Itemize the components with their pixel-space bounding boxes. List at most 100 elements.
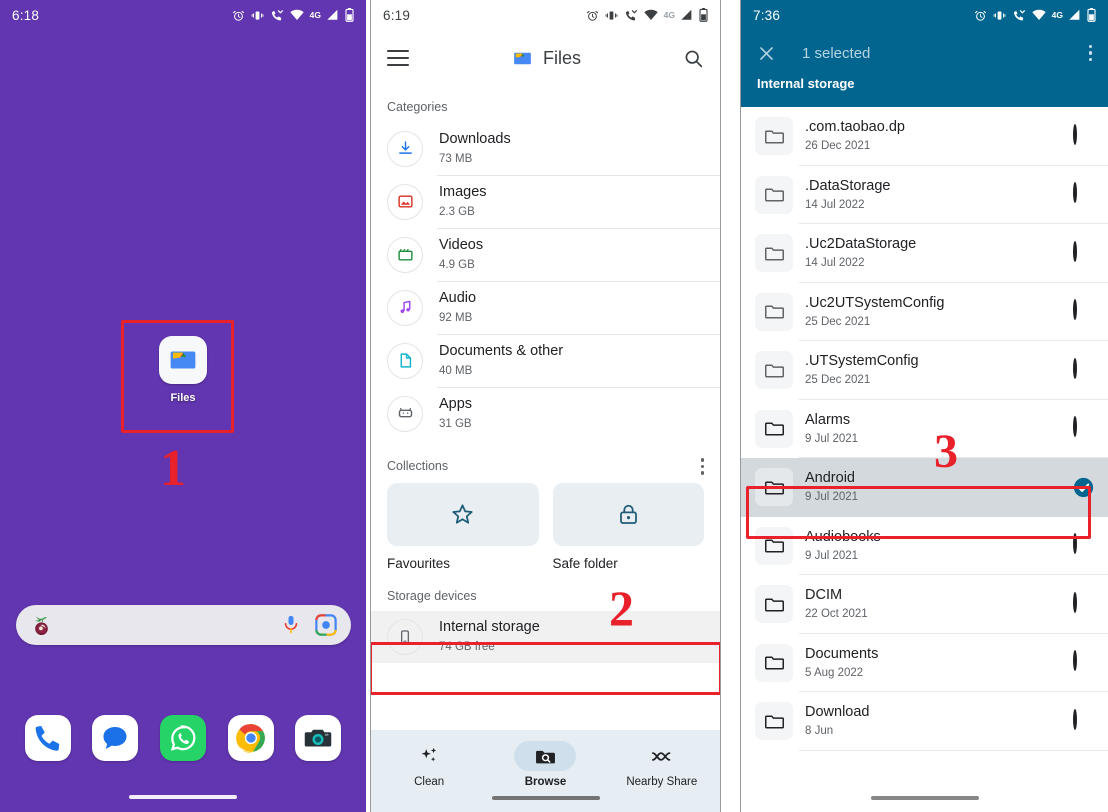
- select-checkbox[interactable]: [1073, 708, 1094, 732]
- bottom-nav-pill[interactable]: [514, 741, 577, 771]
- file-row-selected[interactable]: Android 9 Jul 2021: [741, 458, 1108, 517]
- bottom-nav-label: Nearby Share: [626, 776, 698, 788]
- wifi-icon: [1032, 9, 1046, 21]
- category-row-images[interactable]: Images 2.3 GB: [371, 175, 720, 228]
- category-row-audio[interactable]: Audio 92 MB: [371, 281, 720, 334]
- dock-item-phone[interactable]: [24, 715, 71, 761]
- wifi-icon: [290, 9, 304, 21]
- file-row[interactable]: DCIM 22 Oct 2021: [741, 575, 1108, 634]
- file-row[interactable]: Audiobooks 9 Jul 2021: [741, 516, 1108, 575]
- select-checkbox-checked[interactable]: [1073, 477, 1094, 498]
- home-app-files[interactable]: Files: [152, 336, 214, 404]
- bottom-nav-clean[interactable]: Clean: [371, 730, 487, 812]
- dock-item-camera[interactable]: [295, 715, 342, 761]
- file-date: 25 Dec 2021: [805, 374, 871, 387]
- category-row-downloads[interactable]: Downloads 73 MB: [371, 122, 720, 175]
- selection-toolbar: 1 selected: [741, 30, 1108, 76]
- select-checkbox[interactable]: [1073, 416, 1094, 439]
- selected-count-label: 1 selected: [802, 44, 871, 62]
- collection-favourites[interactable]: Favourites: [387, 482, 539, 571]
- breadcrumb: Internal storage: [757, 76, 855, 91]
- status-bar: 6:18 4G: [0, 0, 366, 30]
- nearby-share-icon: [652, 751, 671, 761]
- category-row-documents[interactable]: Documents & other 40 MB: [371, 334, 720, 387]
- file-date: 14 Jul 2022: [805, 257, 865, 270]
- network-type-label: 4G: [309, 10, 321, 20]
- file-row[interactable]: .com.taobao.dp 26 Dec 2021: [741, 107, 1108, 166]
- signal-icon: [681, 9, 692, 20]
- category-size: 31 GB: [439, 417, 472, 430]
- annotation-number-1: 1: [160, 440, 186, 497]
- lock-icon: [619, 504, 637, 524]
- file-list: .com.taobao.dp 26 Dec 2021 .DataStorage …: [741, 107, 1108, 751]
- file-row[interactable]: .Uc2UTSystemConfig 25 Dec 2021: [741, 282, 1108, 341]
- hamburger-menu-icon[interactable]: [387, 50, 409, 66]
- search-input[interactable]: [16, 605, 351, 645]
- collection-label: Safe folder: [552, 555, 618, 571]
- overflow-menu-icon[interactable]: [1088, 44, 1092, 62]
- bottom-nav-label: Browse: [524, 776, 567, 788]
- bottom-nav-pill[interactable]: [631, 741, 693, 771]
- file-row[interactable]: Alarms 9 Jul 2021: [741, 399, 1108, 458]
- google-lens-icon[interactable]: [315, 614, 337, 636]
- chrome-icon: [235, 724, 265, 753]
- collections-header: Collections: [387, 459, 449, 474]
- folder-icon: [755, 585, 793, 624]
- select-checkbox[interactable]: [1073, 182, 1094, 205]
- select-checkbox[interactable]: [1073, 357, 1094, 381]
- file-name: .Uc2DataStorage: [805, 236, 917, 253]
- file-row[interactable]: .UTSystemConfig 25 Dec 2021: [741, 341, 1108, 400]
- category-title: Downloads: [439, 131, 511, 148]
- whatsapp-icon: [170, 725, 196, 751]
- home-gesture-bar[interactable]: [129, 795, 237, 799]
- file-row[interactable]: Documents 5 Aug 2022: [741, 633, 1108, 692]
- home-gesture-bar[interactable]: [870, 796, 979, 800]
- folder-icon: [755, 409, 793, 448]
- folder-search-icon: [536, 750, 555, 763]
- dock-item-messages[interactable]: [92, 715, 139, 761]
- overflow-menu-icon[interactable]: [700, 458, 704, 475]
- category-row-apps[interactable]: Apps 31 GB: [371, 387, 720, 440]
- folder-icon: [755, 117, 793, 156]
- file-row[interactable]: .DataStorage 14 Jul 2022: [741, 165, 1108, 224]
- select-checkbox[interactable]: [1073, 591, 1094, 615]
- home-gesture-bar[interactable]: [491, 796, 600, 800]
- collections-header-row: Collections: [371, 444, 720, 483]
- annotation-number-2: 2: [609, 580, 634, 636]
- select-checkbox[interactable]: [1073, 533, 1094, 556]
- status-clock: 6:19: [383, 7, 411, 23]
- select-checkbox[interactable]: [1073, 299, 1094, 322]
- file-name: .Uc2UTSystemConfig: [805, 294, 945, 311]
- category-size: 4.9 GB: [439, 258, 475, 271]
- dock-item-whatsapp[interactable]: [159, 715, 206, 761]
- close-icon[interactable]: [757, 44, 776, 63]
- collection-safe-folder[interactable]: Safe folder: [552, 482, 704, 571]
- select-checkbox[interactable]: [1073, 240, 1094, 264]
- collection-card[interactable]: [552, 482, 704, 546]
- signal-icon: [327, 9, 338, 20]
- file-date: 25 Dec 2021: [805, 315, 871, 328]
- storage-devices-header: Storage devices: [387, 588, 477, 603]
- dock-item-chrome[interactable]: [227, 715, 274, 761]
- file-row[interactable]: .Uc2DataStorage 14 Jul 2022: [741, 224, 1108, 283]
- search-icon[interactable]: [683, 48, 704, 69]
- file-date: 14 Jul 2022: [805, 198, 865, 211]
- file-date: 26 Dec 2021: [805, 140, 871, 153]
- alarm-icon: [974, 10, 986, 21]
- storage-row-internal[interactable]: Internal storage 74 GB free: [371, 610, 720, 663]
- file-row[interactable]: Download 8 Jun: [741, 692, 1108, 751]
- select-checkbox[interactable]: [1073, 650, 1094, 673]
- storage-subtitle: 74 GB free: [439, 640, 495, 653]
- storage-title: Internal storage: [439, 619, 540, 636]
- app-bar-title-group: Files: [409, 47, 683, 70]
- bottom-nav-pill[interactable]: [398, 741, 460, 771]
- select-checkbox[interactable]: [1073, 123, 1094, 147]
- files-app-icon[interactable]: [159, 336, 207, 384]
- phone-panel-files-app: 6:19 4G Files Categories Downloads 73 MB…: [370, 0, 721, 812]
- category-row-videos[interactable]: Videos 4.9 GB: [371, 228, 720, 281]
- bottom-nav-nearby-share[interactable]: Nearby Share: [604, 730, 720, 812]
- collection-card[interactable]: [387, 482, 539, 546]
- folder-icon: [755, 526, 793, 565]
- files-logo-icon: [170, 351, 196, 369]
- category-size: 73 MB: [439, 152, 473, 165]
